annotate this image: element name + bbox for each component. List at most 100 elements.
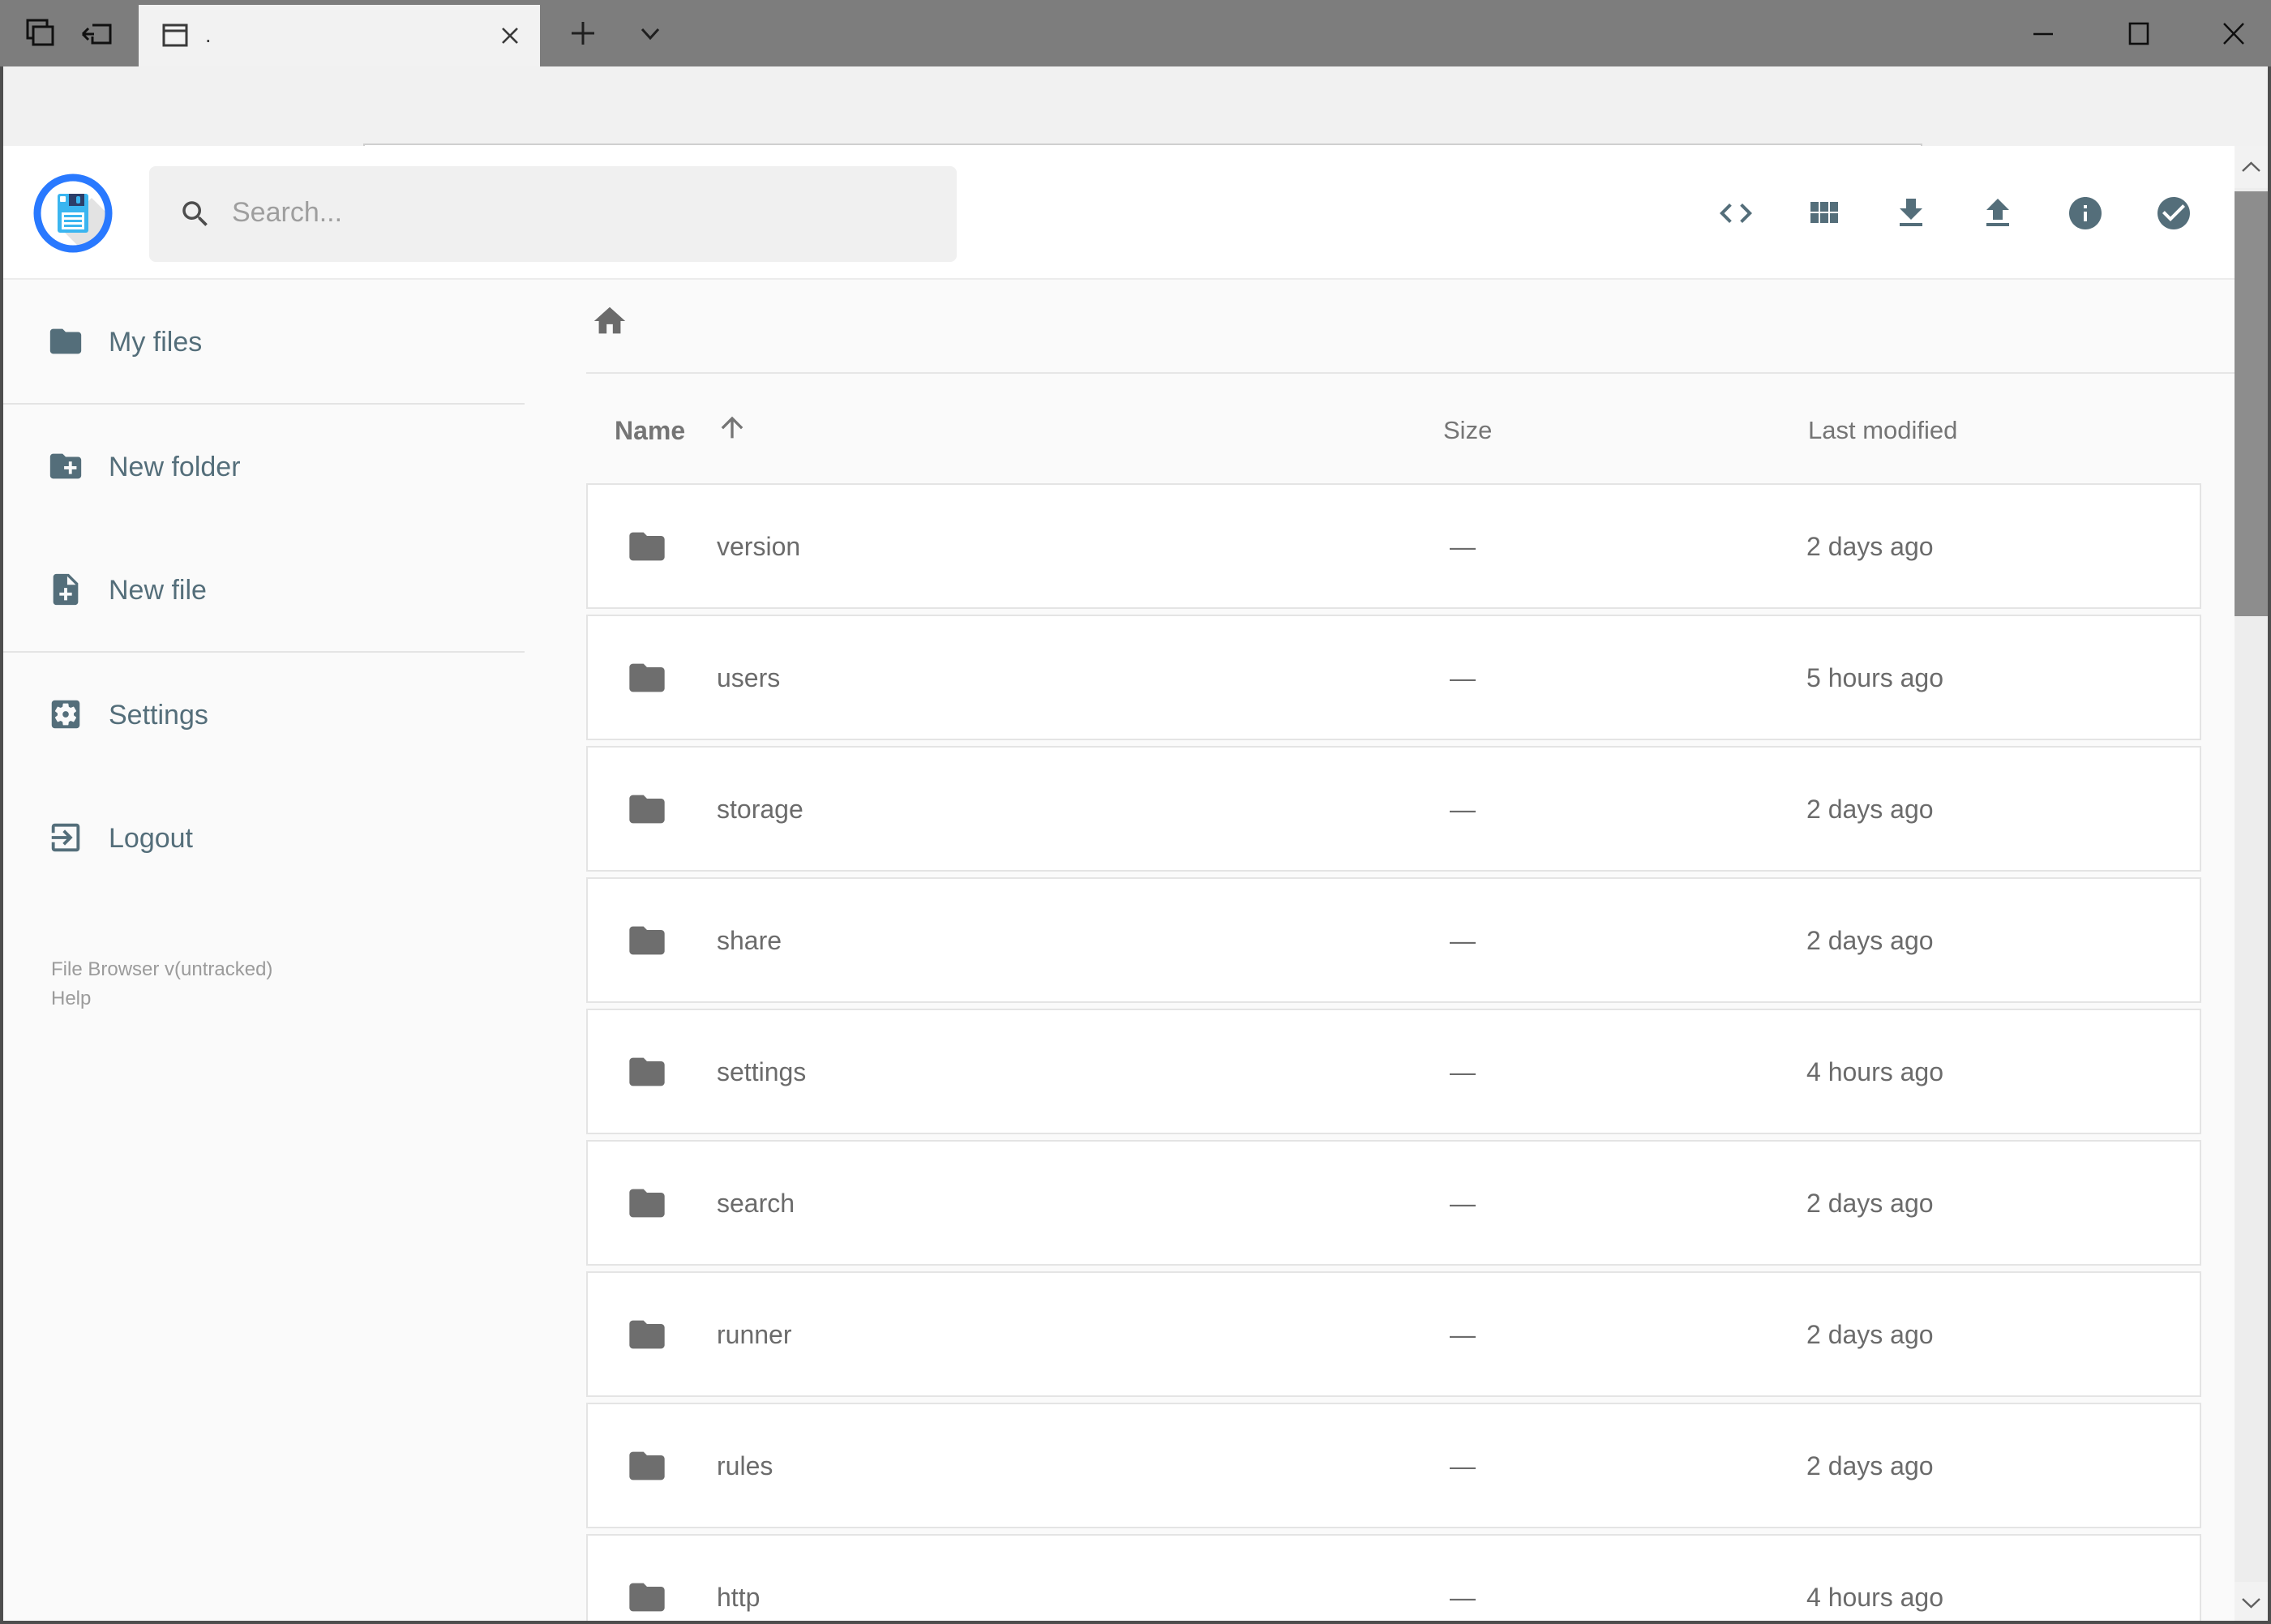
- chevron-down-icon: [2242, 1598, 2260, 1609]
- logout-icon: [51, 823, 80, 852]
- scroll-down-button[interactable]: [2235, 1582, 2268, 1624]
- folder-icon: [629, 1320, 665, 1349]
- file-size: —: [1450, 1451, 1476, 1480]
- file-plus-icon: [53, 573, 79, 606]
- folder-icon: [629, 795, 665, 824]
- app-version-text: File Browser v(untracked): [51, 958, 273, 980]
- file-modified: 4 hours ago: [1806, 1583, 1944, 1612]
- folder-icon: [629, 1189, 665, 1218]
- sidebar-item-logout[interactable]: Logout: [0, 776, 586, 899]
- file-modified: 5 hours ago: [1806, 663, 1944, 692]
- folder-icon: [49, 328, 82, 354]
- browser-toolbar: filebrowser.web/files/: [0, 66, 2271, 204]
- help-link[interactable]: Help: [51, 984, 272, 1013]
- sidebar-item-label: New folder: [109, 452, 241, 482]
- settings-gear-icon: [51, 700, 80, 729]
- folder-icon: [629, 663, 665, 692]
- sort-ascending-arrow-icon[interactable]: [716, 411, 748, 443]
- new-tab-button[interactable]: [567, 17, 599, 49]
- column-header-name[interactable]: Name: [615, 416, 685, 446]
- file-modified: 2 days ago: [1806, 1320, 1934, 1349]
- window-maximize-button[interactable]: [2119, 14, 2158, 53]
- window-minimize-button[interactable]: [2024, 14, 2063, 53]
- listing-divider: [586, 372, 2235, 374]
- browser-tab[interactable]: .: [139, 5, 540, 66]
- select-check-icon[interactable]: [2154, 194, 2193, 233]
- file-modified: 4 hours ago: [1806, 1057, 1944, 1086]
- tab-preview-icon[interactable]: [19, 14, 58, 53]
- file-size: —: [1450, 532, 1476, 561]
- file-modified: 2 days ago: [1806, 795, 1934, 824]
- page-scrollbar[interactable]: [2235, 146, 2268, 1624]
- sidebar-item-new-file[interactable]: New file: [0, 528, 586, 651]
- sidebar-item-my-files[interactable]: My files: [0, 280, 586, 403]
- search-icon: [182, 201, 208, 226]
- table-row[interactable]: http — 4 hours ago: [586, 1534, 2201, 1624]
- table-row[interactable]: search — 2 days ago: [586, 1140, 2201, 1266]
- search-bar[interactable]: [149, 166, 957, 262]
- column-header-modified[interactable]: Last modified: [1808, 416, 1957, 445]
- file-listing-panel: Name Size Last modified version — 2 days…: [586, 280, 2235, 1624]
- file-name: runner: [717, 1320, 792, 1349]
- tab-close-icon[interactable]: [497, 23, 523, 49]
- table-row[interactable]: share — 2 days ago: [586, 877, 2201, 1003]
- file-name: storage: [717, 795, 803, 824]
- folder-icon: [629, 1583, 665, 1612]
- file-name: http: [717, 1583, 761, 1612]
- breadcrumb-home-icon[interactable]: [591, 302, 628, 340]
- browser-titlebar: .: [0, 0, 2271, 66]
- file-size: —: [1450, 1189, 1476, 1218]
- file-size: —: [1450, 663, 1476, 692]
- window-border-bottom: [0, 1621, 2271, 1624]
- file-modified: 2 days ago: [1806, 532, 1934, 561]
- grid-view-icon[interactable]: [1804, 194, 1843, 233]
- window-border-right: [2268, 66, 2271, 1624]
- tab-title: .: [205, 23, 212, 47]
- sidebar-item-label: New file: [109, 575, 207, 606]
- file-name: users: [717, 663, 781, 692]
- sidebar-footer: File Browser v(untracked) Help: [51, 955, 272, 1013]
- file-modified: 2 days ago: [1806, 926, 1934, 955]
- file-name: search: [717, 1189, 795, 1218]
- file-list: version — 2 days ago users — 5 hours ago…: [586, 483, 2201, 1624]
- folder-icon: [629, 926, 665, 955]
- set-tabs-aside-icon[interactable]: [78, 14, 117, 53]
- file-name: rules: [717, 1451, 773, 1480]
- file-size: —: [1450, 1320, 1476, 1349]
- file-browser-logo[interactable]: [33, 174, 113, 253]
- file-size: —: [1450, 795, 1476, 824]
- chevron-up-icon: [2242, 161, 2260, 172]
- scrollbar-thumb[interactable]: [2235, 191, 2268, 616]
- table-row[interactable]: settings — 4 hours ago: [586, 1009, 2201, 1134]
- table-row[interactable]: version — 2 days ago: [586, 483, 2201, 609]
- folder-icon: [629, 1057, 665, 1086]
- download-icon[interactable]: [1892, 194, 1930, 233]
- upload-icon[interactable]: [1978, 194, 2017, 233]
- file-size: —: [1450, 1583, 1476, 1612]
- info-icon[interactable]: [2066, 194, 2105, 233]
- file-modified: 2 days ago: [1806, 1451, 1934, 1480]
- sidebar-item-settings[interactable]: Settings: [0, 653, 586, 776]
- tab-list-chevron-icon[interactable]: [634, 17, 666, 49]
- scroll-up-button[interactable]: [2235, 146, 2268, 188]
- sidebar-item-new-folder[interactable]: New folder: [0, 405, 586, 528]
- file-size: —: [1450, 1057, 1476, 1086]
- column-header-size[interactable]: Size: [1443, 416, 1492, 445]
- sidebar-item-label: Logout: [109, 823, 193, 854]
- table-row[interactable]: rules — 2 days ago: [586, 1403, 2201, 1528]
- table-row[interactable]: runner — 2 days ago: [586, 1271, 2201, 1397]
- table-row[interactable]: storage — 2 days ago: [586, 746, 2201, 872]
- table-row[interactable]: users — 5 hours ago: [586, 615, 2201, 740]
- window-close-button[interactable]: [2214, 14, 2253, 53]
- switch-view-code-icon[interactable]: [1716, 194, 1755, 233]
- file-name: settings: [717, 1057, 807, 1086]
- file-name: share: [717, 926, 782, 955]
- folder-icon: [629, 1451, 665, 1480]
- file-size: —: [1450, 926, 1476, 955]
- sidebar-item-label: My files: [109, 327, 203, 358]
- sidebar: My files New folder New file Settings Lo…: [0, 280, 586, 1624]
- search-input[interactable]: [232, 166, 929, 259]
- file-name: version: [717, 532, 801, 561]
- sidebar-item-label: Settings: [109, 700, 208, 731]
- tab-page-icon: [162, 24, 188, 47]
